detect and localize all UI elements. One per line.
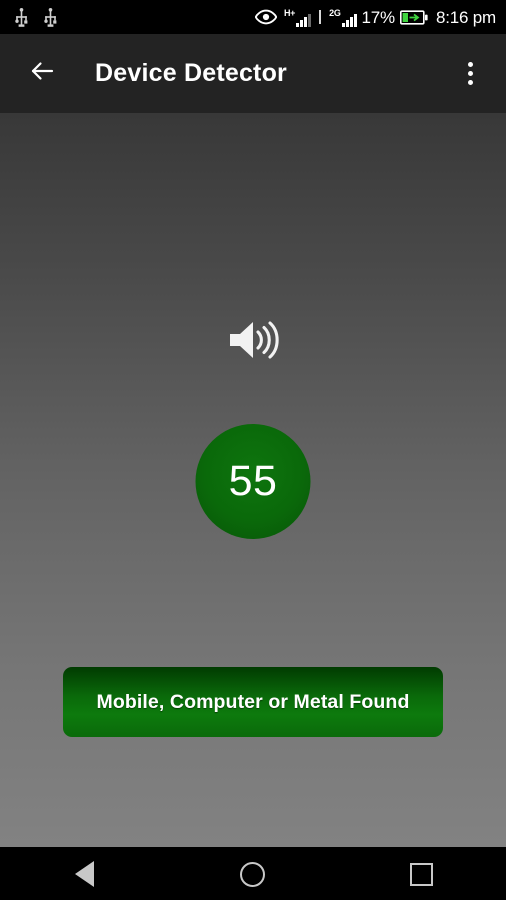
- nav-recents-button[interactable]: [387, 848, 457, 900]
- nav-home-button[interactable]: [218, 848, 288, 900]
- detector-content: 55 Mobile, Computer or Metal Found: [0, 113, 506, 847]
- arrow-left-icon: [29, 58, 55, 89]
- status-bar-clock: 8:16 pm: [435, 7, 496, 27]
- battery-percent-label: 17%: [361, 7, 396, 27]
- signal-indicator-2g: 2G: [329, 7, 357, 27]
- volume-high-icon: [227, 318, 279, 362]
- battery-charging-icon: [399, 9, 428, 25]
- meter-value: 55: [228, 457, 278, 505]
- status-bar-right: H+ 2G 17% 8:16 pm: [254, 7, 496, 27]
- more-vertical-icon-dot: [467, 62, 473, 67]
- android-nav-bar: [0, 847, 506, 900]
- recents-square-icon: [410, 862, 434, 886]
- signal-strength-meter: 55: [195, 424, 311, 539]
- eye-icon: [254, 9, 279, 25]
- signal-bars: [296, 13, 312, 27]
- more-vertical-icon-dot: [467, 80, 473, 85]
- signal-divider: [319, 10, 322, 24]
- signal-type-label: 2G: [329, 7, 341, 18]
- app-bar: Device Detector: [0, 34, 506, 113]
- signal-bars: [341, 13, 357, 27]
- phone-screen: H+ 2G 17% 8:16 pm Device Detector 55 Mob…: [0, 0, 506, 900]
- home-circle-icon: [240, 861, 266, 887]
- more-vertical-icon-dot: [467, 71, 473, 76]
- sound-toggle[interactable]: [0, 318, 506, 362]
- usb-icon: [43, 7, 58, 27]
- status-bar: H+ 2G 17% 8:16 pm: [0, 0, 506, 34]
- signal-type-label: H+: [283, 7, 296, 18]
- usb-icon: [14, 7, 29, 27]
- page-title: Device Detector: [95, 59, 287, 87]
- nav-back-button[interactable]: [49, 848, 119, 900]
- detection-status-button[interactable]: Mobile, Computer or Metal Found: [63, 667, 443, 737]
- signal-indicator-h-plus: H+: [283, 7, 312, 27]
- overflow-menu-button[interactable]: [450, 52, 490, 96]
- back-button[interactable]: [22, 54, 62, 94]
- status-bar-left: [14, 7, 58, 27]
- back-triangle-icon: [74, 861, 94, 887]
